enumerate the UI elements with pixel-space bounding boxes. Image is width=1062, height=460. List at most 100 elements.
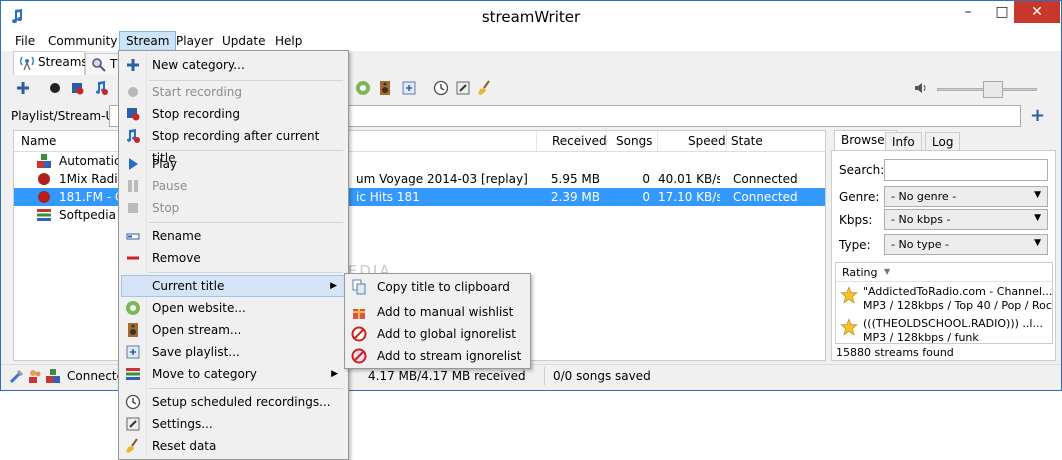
- menu-pause[interactable]: Pause: [121, 175, 346, 197]
- menu-add-stream-ignore[interactable]: Add to stream ignorelist: [347, 345, 528, 367]
- recording-icon: [38, 173, 50, 185]
- menu-label: Play: [152, 157, 178, 171]
- menu-scheduled-recordings[interactable]: Setup scheduled recordings...: [121, 391, 346, 413]
- station-list[interactable]: Rating ▼ "AddictedToRadio.com - Channel.…: [835, 262, 1053, 344]
- menu-open-stream[interactable]: Open stream...: [121, 319, 346, 341]
- status-connection: Connecte: [67, 369, 124, 383]
- station-line1: "AddictedToRadio.com - Channel...: [863, 285, 1053, 298]
- genre-value: - No genre -: [891, 190, 957, 203]
- col-state[interactable]: State: [731, 134, 763, 148]
- status-separator: [544, 367, 545, 385]
- browser-search-input[interactable]: [884, 159, 1048, 181]
- menu-stop-recording[interactable]: Stop recording: [121, 103, 346, 125]
- col-received[interactable]: Received: [552, 134, 607, 148]
- menu-rename[interactable]: Rename: [121, 225, 346, 247]
- menu-settings[interactable]: Settings...: [121, 413, 346, 435]
- tab-info[interactable]: Info: [885, 132, 922, 151]
- row-speed: 40.01 KB/s: [658, 172, 720, 186]
- rename-icon: [126, 233, 140, 240]
- menu-update[interactable]: Update: [216, 31, 271, 51]
- menu-save-playlist[interactable]: Save playlist...: [121, 341, 346, 363]
- menu-label: Save playlist...: [152, 345, 240, 359]
- tab-streams[interactable]: Streams: [13, 51, 88, 75]
- add-url-button[interactable]: +: [1030, 105, 1045, 126]
- menu-label: Stop: [152, 201, 180, 215]
- browser-panel: Browser Info Log Search: Genre: - No gen…: [831, 130, 1056, 361]
- row-name: 1Mix Radio -: [59, 172, 119, 186]
- tab-log[interactable]: Log: [925, 132, 961, 151]
- menu-start-recording[interactable]: Start recording: [121, 81, 346, 103]
- menu-add-global-ignore[interactable]: Add to global ignorelist: [347, 323, 528, 345]
- menu-player[interactable]: Player: [170, 31, 219, 51]
- row-received: 2.39 MB: [550, 190, 600, 204]
- star-icon: [840, 286, 858, 304]
- minimize-button[interactable]: –: [951, 1, 985, 23]
- volume-slider-thumb[interactable]: [983, 81, 1003, 98]
- type-label: Type:: [839, 238, 871, 252]
- menu-label: Settings...: [152, 417, 213, 431]
- type-select[interactable]: - No type - ▼: [884, 234, 1048, 255]
- speaker-box-icon[interactable]: [377, 80, 393, 96]
- status-songs: 0/0 songs saved: [553, 369, 651, 383]
- menu-current-title[interactable]: Current title ▶: [121, 275, 346, 297]
- menu-add-wishlist[interactable]: Add to manual wishlist: [347, 301, 528, 323]
- add-icon[interactable]: [15, 80, 31, 96]
- menu-reset-data[interactable]: Reset data: [121, 435, 346, 457]
- menu-label: Open stream...: [152, 323, 242, 337]
- stop-after-title-icon: [127, 129, 140, 143]
- col-separator: [606, 131, 607, 151]
- menu-stop-after-title[interactable]: Stop recording after current title: [121, 125, 346, 165]
- col-name[interactable]: Name: [21, 134, 56, 148]
- website-icon: [126, 301, 140, 315]
- menu-open-website[interactable]: Open website...: [121, 297, 346, 319]
- antenna-icon: [20, 56, 34, 71]
- row-state: Connected: [733, 190, 798, 204]
- genre-select[interactable]: - No genre - ▼: [884, 186, 1048, 207]
- category-icon: [37, 154, 51, 168]
- volume-icon[interactable]: [913, 80, 929, 96]
- col-songs[interactable]: Songs: [616, 134, 652, 148]
- close-button[interactable]: ✕: [1014, 1, 1060, 23]
- save-playlist-icon[interactable]: [401, 80, 417, 96]
- row-received: 5.95 MB: [550, 172, 600, 186]
- category-list-icon: [37, 209, 51, 221]
- menu-stop[interactable]: Stop: [121, 197, 346, 219]
- menu-help[interactable]: Help: [269, 31, 308, 51]
- col-speed[interactable]: Speed: [688, 134, 726, 148]
- website-icon[interactable]: [355, 80, 371, 96]
- menu-new-category[interactable]: New category...: [121, 54, 346, 76]
- menu-label: Pause: [152, 179, 188, 193]
- tab-streams-label: Streams: [38, 55, 88, 69]
- row-songs: 0: [642, 190, 650, 204]
- genre-label: Genre:: [839, 190, 880, 204]
- stop-after-title-icon[interactable]: [93, 80, 109, 96]
- station-line2: MP3 / 128kbps / Top 40 / Pop / Rocl: [863, 299, 1053, 312]
- menu-label: Add to manual wishlist: [377, 305, 514, 319]
- menu-play[interactable]: Play: [121, 153, 346, 175]
- menu-remove[interactable]: Remove: [121, 247, 346, 269]
- menu-separator: [149, 222, 343, 223]
- plus-icon: [127, 59, 139, 71]
- menu-file[interactable]: File: [9, 31, 41, 51]
- settings-icon[interactable]: [455, 80, 471, 96]
- browser-content: Search: Genre: - No genre - ▼ Kbps: - No …: [831, 150, 1056, 361]
- menu-label: Start recording: [152, 85, 243, 99]
- stop-recording-icon[interactable]: [69, 80, 85, 96]
- clock-icon[interactable]: [433, 80, 449, 96]
- rating-column-header[interactable]: Rating: [842, 266, 877, 279]
- menu-label: Copy title to clipboard: [377, 280, 510, 294]
- menu-label: Current title: [152, 279, 225, 293]
- record-icon[interactable]: [47, 80, 63, 96]
- menu-community[interactable]: Community: [42, 31, 123, 51]
- broom-icon[interactable]: [477, 80, 493, 96]
- menu-move-to-category[interactable]: Move to category ▶: [121, 363, 346, 385]
- record-icon: [128, 87, 138, 97]
- menu-copy-title[interactable]: Copy title to clipboard: [347, 276, 528, 298]
- kbps-label: Kbps:: [839, 213, 873, 227]
- row-name: Automatic re: [59, 154, 119, 168]
- menu-label: Open website...: [152, 301, 246, 315]
- open-stream-icon: [128, 323, 138, 337]
- kbps-select[interactable]: - No kbps - ▼: [884, 209, 1048, 230]
- menu-stream[interactable]: Stream: [119, 31, 177, 51]
- copy-icon: [352, 279, 366, 295]
